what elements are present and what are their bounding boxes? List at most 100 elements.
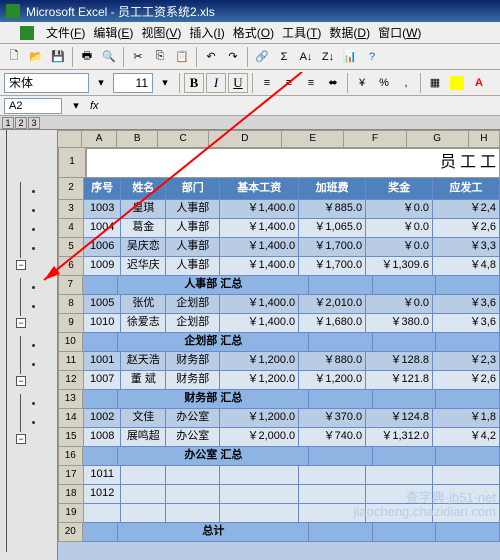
cell[interactable]: [309, 390, 373, 409]
save-icon[interactable]: 💾: [48, 47, 68, 67]
cell[interactable]: ￥1,400.0: [220, 314, 299, 333]
cell[interactable]: 吴庆恋: [121, 238, 166, 257]
cell[interactable]: ￥2,4: [433, 200, 500, 219]
cell[interactable]: 文佳: [121, 409, 166, 428]
cell[interactable]: ￥2,3: [433, 352, 500, 371]
subtotal-label[interactable]: 企划部 汇总: [118, 333, 309, 352]
cell[interactable]: ￥1,400.0: [220, 295, 299, 314]
outline-collapse-icon[interactable]: −: [16, 376, 26, 386]
cell[interactable]: [121, 485, 166, 504]
th[interactable]: 奖金: [366, 178, 433, 200]
cell[interactable]: [220, 504, 299, 523]
sum-icon[interactable]: Σ: [274, 47, 294, 67]
cell[interactable]: ￥3,6: [433, 314, 500, 333]
cell[interactable]: 徐爱志: [121, 314, 166, 333]
cell[interactable]: 迟华庆: [121, 257, 166, 276]
undo-icon[interactable]: ↶: [201, 47, 221, 67]
cell[interactable]: [433, 466, 500, 485]
outline-level-1[interactable]: 1: [2, 117, 14, 129]
copy-icon[interactable]: ⎘: [150, 47, 170, 67]
cell[interactable]: ￥2,6: [433, 219, 500, 238]
th[interactable]: 基本工资: [220, 178, 299, 200]
cell[interactable]: 企划部: [166, 295, 220, 314]
cell[interactable]: 1002: [84, 409, 121, 428]
cell[interactable]: 1011: [84, 466, 121, 485]
cell[interactable]: ￥1,400.0: [220, 219, 299, 238]
cell[interactable]: [373, 447, 437, 466]
row-header[interactable]: 16: [58, 447, 83, 466]
cell[interactable]: ￥370.0: [299, 409, 366, 428]
cell[interactable]: ￥124.8: [366, 409, 433, 428]
col-header[interactable]: F: [344, 130, 406, 148]
cell[interactable]: [436, 276, 500, 295]
row-header[interactable]: 15: [58, 428, 84, 447]
preview-icon[interactable]: 🔍: [99, 47, 119, 67]
fill-color-icon[interactable]: [447, 73, 467, 93]
cell[interactable]: ￥121.8: [366, 371, 433, 390]
cell[interactable]: 1006: [84, 238, 121, 257]
cell[interactable]: [373, 523, 437, 542]
subtotal-label[interactable]: 办公室 汇总: [118, 447, 309, 466]
help-icon[interactable]: ?: [362, 47, 382, 67]
sheet-title[interactable]: 员 工 工: [86, 148, 500, 178]
sort-desc-icon[interactable]: Z↓: [318, 47, 338, 67]
cell[interactable]: 人事部: [166, 257, 220, 276]
print-icon[interactable]: 🖶: [77, 47, 97, 67]
subtotal-label[interactable]: 人事部 汇总: [118, 276, 309, 295]
cell[interactable]: 1008: [84, 428, 121, 447]
cell[interactable]: ￥1,700.0: [299, 257, 366, 276]
link-icon[interactable]: 🔗: [252, 47, 272, 67]
select-all-corner[interactable]: [58, 130, 82, 148]
cell[interactable]: 1004: [84, 219, 121, 238]
cell[interactable]: 赵天浩: [121, 352, 166, 371]
cell[interactable]: ￥1,312.0: [366, 428, 433, 447]
cell[interactable]: 1012: [84, 485, 121, 504]
cell[interactable]: [373, 390, 437, 409]
outline-collapse-icon[interactable]: −: [16, 260, 26, 270]
cell[interactable]: 企划部: [166, 314, 220, 333]
cell[interactable]: [436, 390, 500, 409]
cell[interactable]: 1003: [84, 200, 121, 219]
chevron-down-icon[interactable]: ▾: [66, 96, 86, 116]
cell[interactable]: ￥0.0: [366, 219, 433, 238]
cell[interactable]: ￥0.0: [366, 200, 433, 219]
underline-button[interactable]: U: [228, 73, 248, 93]
cell[interactable]: [436, 333, 500, 352]
cell[interactable]: [309, 523, 373, 542]
percent-icon[interactable]: %: [374, 73, 394, 93]
cell[interactable]: [84, 504, 121, 523]
cell[interactable]: [83, 333, 119, 352]
th[interactable]: 加班费: [299, 178, 366, 200]
cell[interactable]: [121, 504, 166, 523]
cell[interactable]: [83, 390, 119, 409]
cell[interactable]: ￥1,200.0: [220, 371, 299, 390]
menu-item[interactable]: 格式(O): [229, 22, 278, 43]
subtotal-label[interactable]: 财务部 汇总: [118, 390, 309, 409]
cell[interactable]: 财务部: [166, 352, 220, 371]
row-header[interactable]: 3: [58, 200, 84, 219]
chevron-down-icon[interactable]: ▾: [155, 73, 175, 93]
new-icon[interactable]: 🗋: [4, 47, 24, 67]
cell[interactable]: [166, 485, 220, 504]
cell[interactable]: ￥2,000.0: [220, 428, 299, 447]
row-header[interactable]: 9: [58, 314, 84, 333]
row-header[interactable]: 13: [58, 390, 83, 409]
row-header[interactable]: 20: [58, 523, 83, 542]
cell[interactable]: ￥1,200.0: [220, 352, 299, 371]
font-size-select[interactable]: 11: [113, 73, 153, 93]
cell[interactable]: ￥1,700.0: [299, 238, 366, 257]
font-color-icon[interactable]: A: [469, 73, 489, 93]
cell[interactable]: ￥885.0: [299, 200, 366, 219]
cell[interactable]: ￥1,309.6: [366, 257, 433, 276]
cell[interactable]: 董 斌: [121, 371, 166, 390]
name-box[interactable]: A2: [4, 98, 62, 114]
cell[interactable]: [83, 276, 119, 295]
cell[interactable]: ￥3,6: [433, 295, 500, 314]
cell[interactable]: ￥1,200.0: [220, 409, 299, 428]
menu-item[interactable]: 文件(F): [42, 22, 89, 43]
col-header[interactable]: H: [469, 130, 500, 148]
cell[interactable]: [436, 523, 500, 542]
menu-item[interactable]: 工具(T): [278, 22, 325, 43]
italic-button[interactable]: I: [206, 73, 226, 93]
cell[interactable]: 张优: [121, 295, 166, 314]
